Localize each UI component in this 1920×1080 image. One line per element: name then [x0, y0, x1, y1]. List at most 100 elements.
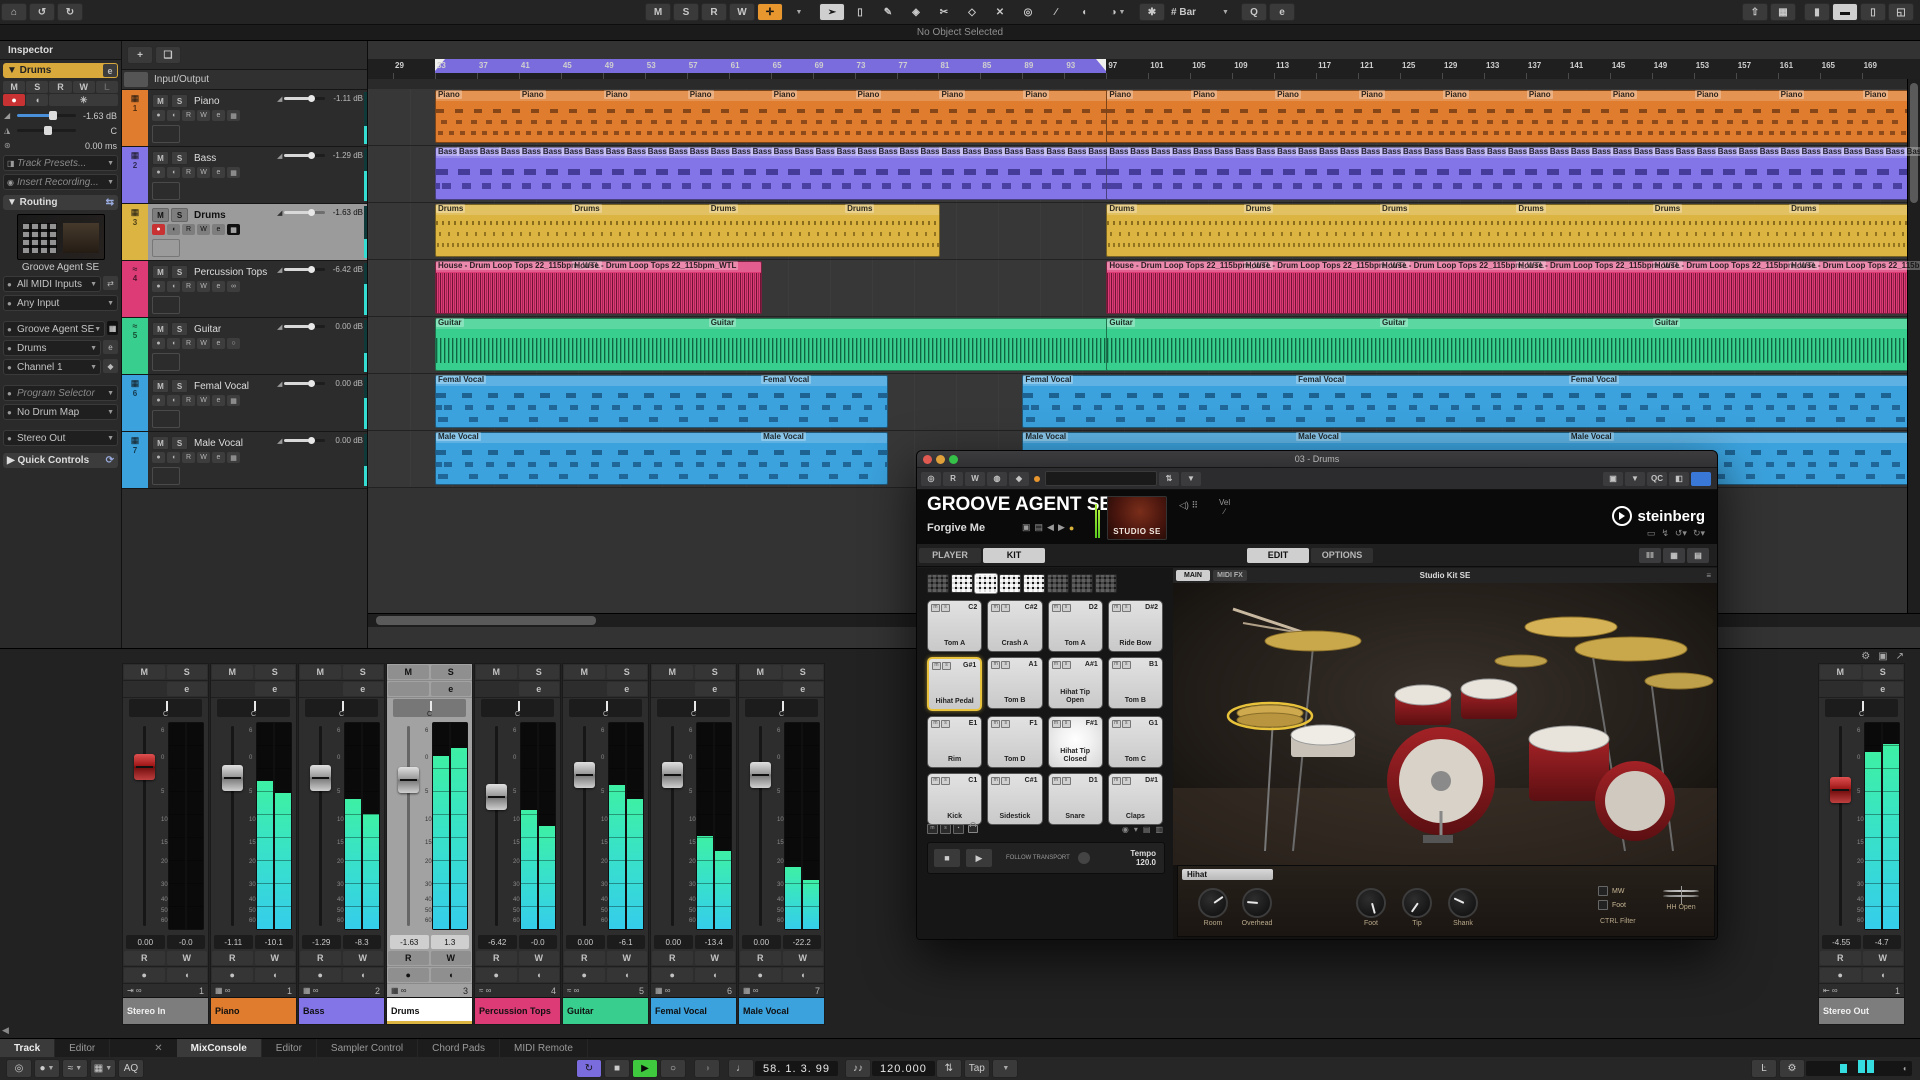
channel-read-button[interactable]: R	[652, 951, 693, 965]
track-write-button[interactable]: W	[197, 167, 210, 178]
track-record-button[interactable]: ●	[152, 338, 165, 349]
cycle-button[interactable]: ↻	[576, 1059, 602, 1078]
inspector-combo-groove-agent-se[interactable]: ●Groove Agent SE▼	[3, 321, 105, 337]
plugin-menu-dropdown[interactable]: ▼	[1625, 472, 1645, 486]
toolbar-automation-r[interactable]: R	[701, 3, 727, 21]
pad-group-8[interactable]	[1095, 574, 1117, 593]
autoscroll-button[interactable]: ✛	[757, 3, 783, 21]
export-icon[interactable]: ⇧	[1742, 3, 1768, 21]
load-preset-icon[interactable]: ▣	[1022, 522, 1031, 533]
track-monitor-button[interactable]: ◖	[167, 338, 180, 349]
channel-record-button[interactable]: ●	[1820, 968, 1861, 982]
pad-solo-chip[interactable]: s	[1001, 777, 1010, 785]
arrange-row-guitar[interactable]: GuitarGuitarGuitarGuitarGuitar	[368, 317, 1920, 374]
toolbar-automation-m[interactable]: M	[645, 3, 671, 21]
inspector-monitor-button[interactable]: ◖	[26, 94, 48, 106]
mixer-view-icon[interactable]: ‖‖	[1639, 548, 1661, 563]
channel-record-button[interactable]: ●	[300, 968, 341, 982]
play-button[interactable]: ▶	[632, 1059, 658, 1078]
tempo-spinner[interactable]: ⇅	[936, 1059, 962, 1078]
channel-solo-button[interactable]: S	[1863, 665, 1904, 679]
pad-tom-b[interactable]: msB1Tom B	[1108, 657, 1163, 709]
tempo-mode-dropdown[interactable]: ▼	[992, 1059, 1018, 1078]
hscroll-thumb[interactable]	[376, 616, 596, 625]
pad-solo-chip[interactable]: s	[941, 777, 950, 785]
toolbar-automation-w[interactable]: W	[729, 3, 755, 21]
plugin-event-icon[interactable]: ◍	[987, 472, 1007, 486]
track-instrument-button[interactable]: ▦	[227, 224, 240, 235]
pad-mute-chip[interactable]: m	[991, 661, 1000, 669]
velocity-control[interactable]: Vel∕	[1219, 498, 1230, 516]
track-instrument-button[interactable]: ▦	[227, 395, 240, 406]
plugin-bypass-icon[interactable]: ◎	[921, 472, 941, 486]
track-record-button[interactable]: ●	[152, 281, 165, 292]
close-lower-zone-icon[interactable]: ✕	[140, 1039, 176, 1058]
track-edit-button[interactable]: e	[212, 167, 225, 178]
next-preset-icon[interactable]: ▶	[1058, 522, 1065, 533]
zoom-tool[interactable]: ◎	[1015, 3, 1041, 21]
knob-foot[interactable]: Foot	[1354, 888, 1388, 927]
channel-fader[interactable]	[486, 784, 507, 810]
record-modes-icon[interactable]: ◎	[6, 1059, 32, 1078]
channel-solo-button[interactable]: S	[783, 665, 824, 679]
quantize-button[interactable]: Q	[1241, 3, 1267, 21]
knob-shank[interactable]: Shank	[1446, 888, 1480, 927]
fixed-tempo-icon[interactable]: Ŀ	[1751, 1059, 1777, 1078]
inspector-volume-rail[interactable]	[17, 114, 76, 117]
channel-monitor-button[interactable]: ◖	[255, 968, 296, 982]
track-edit-button[interactable]: e	[103, 64, 117, 77]
pad-mute-chip[interactable]: m	[1112, 661, 1121, 669]
channel-write-button[interactable]: W	[255, 951, 296, 965]
channel-volume-value[interactable]: -1.11	[214, 935, 253, 949]
track-instrument-button[interactable]: ▦	[227, 452, 240, 463]
mixer-channel-stereo-out[interactable]: MSeC60510152030405060-4.55-4.7RW●◖⇤ ∞1St…	[1818, 663, 1905, 1025]
inspector-pan[interactable]: ◮C	[4, 124, 117, 137]
channel-monitor-button[interactable]: ◖	[519, 968, 560, 982]
channel-edit-button[interactable]: e	[519, 682, 560, 696]
preset-menu-dropdown[interactable]: ▼	[1181, 472, 1201, 486]
midi-reset-icon[interactable]: ↯	[1661, 528, 1669, 539]
pad-solo-chip[interactable]: s	[941, 720, 950, 728]
arrange-row-percussion-tops[interactable]: House - Drum Loop Tops 22_115bpm_WTLHous…	[368, 260, 1920, 317]
channel-peak-value[interactable]: -10.1	[255, 935, 294, 949]
channel-peak-value[interactable]: -4.7	[1863, 935, 1902, 949]
channel-solo-button[interactable]: S	[343, 665, 384, 679]
channel-fader[interactable]	[134, 754, 155, 780]
channel-monitor-button[interactable]: ◖	[695, 968, 736, 982]
track-instrument-button[interactable]: ○	[227, 338, 240, 349]
left-zone-toggle[interactable]: ▮	[1804, 3, 1830, 21]
pad-mute-chip[interactable]: m	[1052, 720, 1061, 728]
track-monitor-button[interactable]: ◖	[167, 452, 180, 463]
pad-tom-a[interactable]: msC2Tom A	[927, 600, 982, 652]
channel-mute-button[interactable]: M	[1820, 665, 1861, 679]
tab-editor[interactable]: Editor	[262, 1039, 317, 1058]
channel-record-button[interactable]: ●	[212, 968, 253, 982]
transport-settings-icon[interactable]: ⚙	[1779, 1059, 1805, 1078]
pad-solo-chip[interactable]: s	[1122, 661, 1131, 669]
pad-claps[interactable]: msD#1Claps	[1108, 773, 1163, 825]
channel-volume-value[interactable]: 0.00	[126, 935, 165, 949]
track-solo-button[interactable]: S	[171, 94, 188, 108]
track-volume-control[interactable]: ◢0.00 dB	[277, 436, 363, 445]
channel-mute-button[interactable]: M	[300, 665, 341, 679]
plugin-tab-player[interactable]: PLAYER	[919, 548, 981, 563]
track-mute-button[interactable]: M	[152, 265, 169, 279]
knob-overhead[interactable]: Overhead	[1240, 888, 1274, 927]
pad-mute-chip[interactable]: m	[991, 777, 1000, 785]
inspector-delay[interactable]: ⊛0.00 ms	[4, 139, 117, 152]
inspector-combo-stereo-out[interactable]: ●Stereo Out▼	[3, 430, 118, 446]
channel-volume-value[interactable]: -1.29	[302, 935, 341, 949]
tab-track[interactable]: Track	[0, 1039, 55, 1058]
channel-write-button[interactable]: W	[519, 951, 560, 965]
pattern-stop-button[interactable]: ■	[934, 849, 960, 867]
channel-read-button[interactable]: R	[124, 951, 165, 965]
pad-solo-chip[interactable]: s	[1122, 777, 1131, 785]
track-solo-button[interactable]: S	[171, 379, 188, 393]
track-read-button[interactable]: R	[182, 167, 195, 178]
redo-icon[interactable]: ↻	[57, 3, 83, 21]
pad-tom-a[interactable]: msD2Tom A	[1048, 600, 1103, 652]
inspector-combo-program-selector[interactable]: ●Program Selector▼	[3, 385, 118, 401]
audio-input-dropdown[interactable]: ≈▼	[62, 1059, 88, 1078]
autoscroll-dropdown[interactable]: ▼	[785, 3, 811, 21]
channel-mute-button[interactable]: M	[212, 665, 253, 679]
